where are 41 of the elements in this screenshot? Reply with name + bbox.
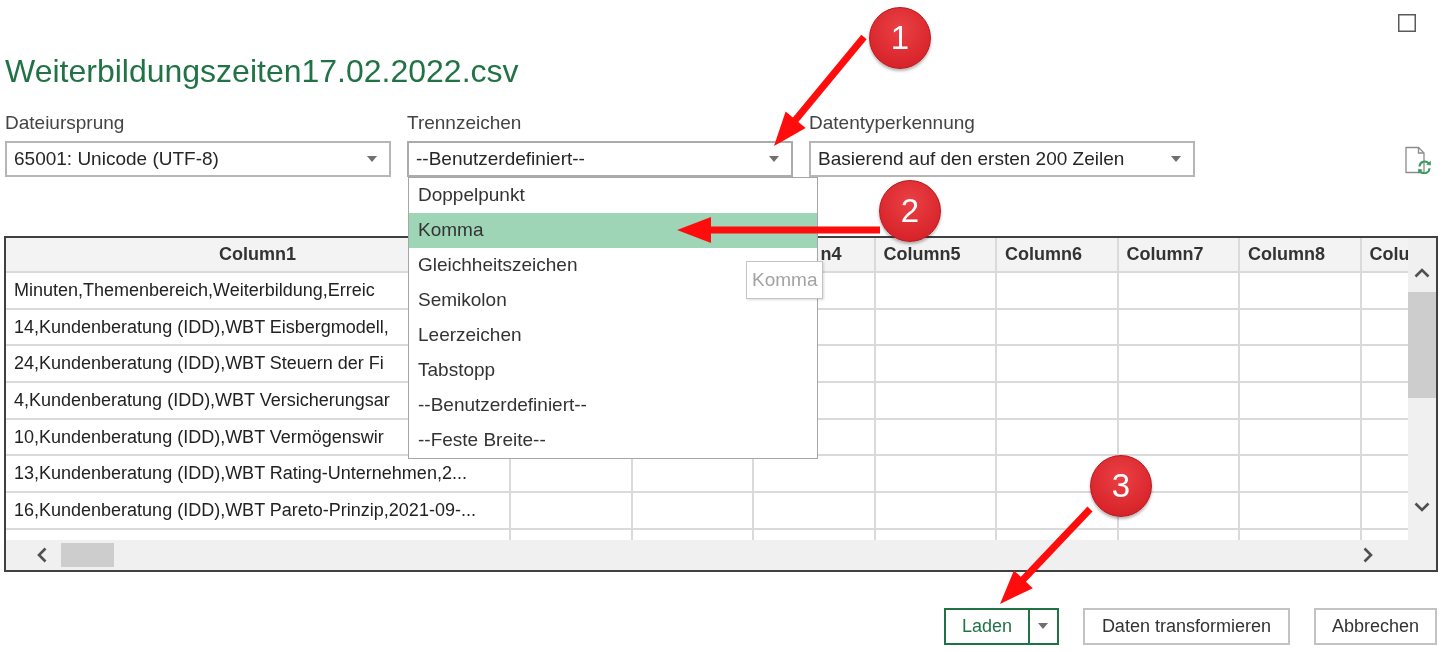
table-cell: 13,Kundenberatung (IDD),WBT Rating-Unternehmen,2...	[6, 456, 511, 494]
dialog-button[interactable]: Laden	[943, 607, 1030, 645]
maximize-icon[interactable]	[1398, 14, 1416, 32]
menu-item[interactable]: Doppelpunkt	[409, 177, 817, 213]
dropdown-field[interactable]: 65001: Unicode (UTF-8)	[5, 140, 391, 177]
horizontal-scrollbar[interactable]	[6, 539, 1436, 570]
field-label: Dateiursprung	[5, 112, 126, 135]
column-header: Column5	[875, 237, 997, 273]
tooltip: Komma	[746, 260, 824, 300]
scroll-down-icon[interactable]	[1413, 501, 1430, 512]
menu-item[interactable]: Komma	[409, 212, 817, 248]
menu-item[interactable]: Leerzeichen	[409, 317, 817, 353]
menu-item[interactable]: Tabstopp	[409, 352, 817, 388]
field-label: Trennzeichen	[407, 112, 523, 135]
caret-icon	[1038, 623, 1049, 630]
scroll-right-icon[interactable]	[1363, 546, 1373, 563]
caret-icon	[367, 155, 377, 162]
scroll-up-icon[interactable]	[1413, 267, 1430, 278]
caret-icon	[769, 155, 779, 162]
dropdown-field[interactable]: Basierend auf den ersten 200 Zeilen	[809, 140, 1195, 177]
caret-icon	[1171, 155, 1181, 162]
split-dropdown-button[interactable]	[1029, 607, 1059, 645]
column-header: Column7	[1118, 237, 1240, 273]
dialog-button[interactable]: Abbrechen	[1313, 607, 1437, 645]
scroll-left-icon[interactable]	[37, 546, 47, 563]
dropdown-field[interactable]: --Benutzerdefiniert--	[407, 140, 793, 177]
dialog-button[interactable]: Daten transformieren	[1082, 607, 1290, 645]
file-title: Weiterbildungszeiten17.02.2022.csv	[5, 52, 520, 91]
scrollbar-thumb[interactable]	[1407, 291, 1436, 398]
field-label: Datentyperkennung	[809, 112, 976, 135]
menu-item[interactable]: --Benutzerdefiniert--	[409, 387, 817, 423]
column-header: Column6	[997, 237, 1119, 273]
refresh-document-icon[interactable]	[1404, 145, 1432, 174]
column-header: Colu	[1361, 237, 1408, 273]
column-header: Column8	[1240, 237, 1362, 273]
step-marker: 2	[879, 180, 941, 242]
menu-item[interactable]: --Feste Breite--	[409, 422, 817, 458]
table-cell: 16,Kundenberatung (IDD),WBT Pareto-Prinzip,2021-09-...	[6, 493, 511, 530]
step-marker: 1	[869, 7, 931, 69]
scrollbar-thumb[interactable]	[61, 542, 114, 567]
vertical-scrollbar[interactable]	[1407, 237, 1436, 540]
